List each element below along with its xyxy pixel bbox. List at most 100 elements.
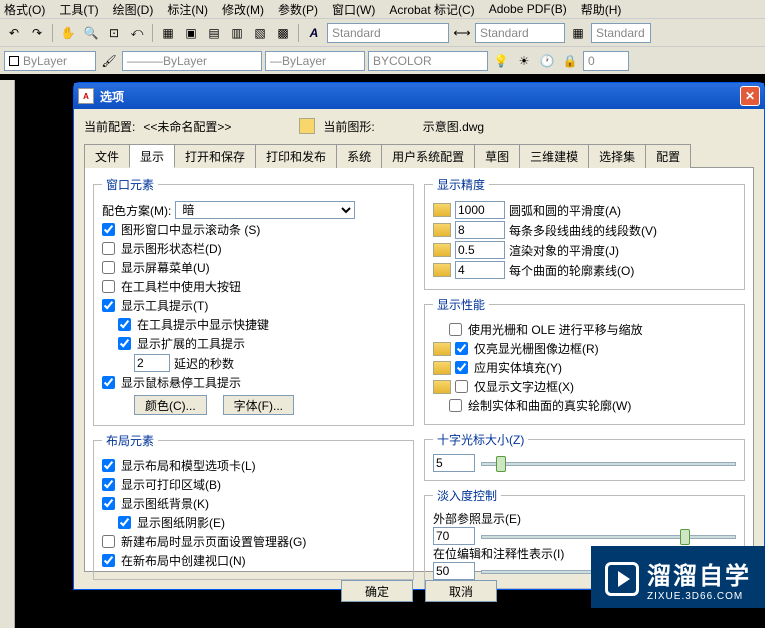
inplace-fade-input[interactable] — [433, 562, 475, 580]
table-style-dd[interactable]: Standard — [591, 23, 651, 43]
cb-highlight-frame[interactable] — [455, 342, 468, 355]
redo-icon[interactable]: ↷ — [27, 23, 47, 43]
zoom-icon[interactable]: 🔍 — [81, 23, 101, 43]
plotstyle-dd[interactable]: BYCOLOR — [368, 51, 488, 71]
zoom-prev-icon[interactable]: ⤺ — [127, 23, 147, 43]
cb-text-frame[interactable] — [455, 380, 468, 393]
ok-button[interactable]: 确定 — [341, 580, 413, 602]
display-resolution-group: 显示精度 圆弧和圆的平滑度(A) 每条多段线曲线的线段数(V) 渲染对象的平滑度… — [424, 176, 745, 290]
lock-icon[interactable]: 🔒 — [560, 51, 580, 71]
lbl-createvp: 在新布局中创建视口(N) — [121, 552, 246, 569]
lineweight-dd[interactable]: — ByLayer — [265, 51, 365, 71]
profile-label: 当前配置: — [84, 118, 135, 135]
calc-icon[interactable]: ▩ — [273, 23, 293, 43]
profile-name: <<未命名配置>> — [143, 118, 231, 135]
cb-scrollbars[interactable] — [102, 223, 115, 236]
cb-papershadow[interactable] — [118, 516, 131, 529]
sun-icon[interactable]: ☀ — [514, 51, 534, 71]
drawing-label: 当前图形: — [323, 118, 374, 135]
lbl-scrollbars: 图形窗口中显示滚动条 (S) — [121, 221, 260, 238]
menu-draw[interactable]: 绘图(D) — [113, 1, 154, 18]
tab-userpref[interactable]: 用户系统配置 — [381, 144, 475, 168]
tab-3d[interactable]: 三维建模 — [519, 144, 589, 168]
tab-opensave[interactable]: 打开和保存 — [174, 144, 256, 168]
dim-icon[interactable]: ⟷ — [452, 23, 472, 43]
block2-icon[interactable]: ▣ — [181, 23, 201, 43]
tab-profiles[interactable]: 配置 — [645, 144, 691, 168]
cb-solid-fill[interactable] — [455, 361, 468, 374]
markup-icon[interactable]: ▧ — [250, 23, 270, 43]
arc-smooth-input[interactable] — [455, 201, 505, 219]
cb-tt-shortcut[interactable] — [118, 318, 131, 331]
delay-input[interactable] — [134, 354, 170, 372]
match-icon[interactable]: 🖌 — [99, 51, 119, 71]
cb-tt-ext[interactable] — [118, 337, 131, 350]
menu-dim[interactable]: 标注(N) — [167, 1, 208, 18]
cb-layouttabs[interactable] — [102, 459, 115, 472]
menu-help[interactable]: 帮助(H) — [581, 1, 622, 18]
contour-lines-input[interactable] — [455, 261, 505, 279]
tab-plot[interactable]: 打印和发布 — [255, 144, 337, 168]
tab-files[interactable]: 文件 — [84, 144, 130, 168]
layout-elements-group: 布局元素 显示布局和模型选项卡(L) 显示可打印区域(B) 显示图纸背景(K) … — [93, 432, 414, 580]
tab-system[interactable]: 系统 — [336, 144, 382, 168]
cb-rollover[interactable] — [102, 376, 115, 389]
cb-printable[interactable] — [102, 478, 115, 491]
display-resolution-legend: 显示精度 — [433, 176, 489, 193]
linetype-dd[interactable]: ——— ByLayer — [122, 51, 262, 71]
window-elements-legend: 窗口元素 — [102, 176, 158, 193]
colors-button[interactable]: 颜色(C)... — [134, 395, 207, 415]
cb-true-silhouette[interactable] — [449, 399, 462, 412]
clock-icon[interactable]: 🕐 — [537, 51, 557, 71]
lbl-largebuttons: 在工具栏中使用大按钮 — [121, 278, 241, 295]
cb-paperbg[interactable] — [102, 497, 115, 510]
block-icon[interactable]: ▦ — [158, 23, 178, 43]
bulb-icon[interactable]: 💡 — [491, 51, 511, 71]
xref-fade-slider[interactable] — [481, 527, 736, 545]
menu-window[interactable]: 窗口(W) — [332, 1, 375, 18]
menu-bar: 格式(O) 工具(T) 绘图(D) 标注(N) 修改(M) 参数(P) 窗口(W… — [0, 0, 765, 18]
crosshair-legend: 十字光标大小(Z) — [433, 431, 528, 448]
text-a-icon[interactable]: A — [304, 23, 324, 43]
menu-param[interactable]: 参数(P) — [278, 1, 318, 18]
menu-acrobat[interactable]: Acrobat 标记(C) — [389, 1, 474, 18]
xref-fade-input[interactable] — [433, 527, 475, 545]
undo-icon[interactable]: ↶ — [4, 23, 24, 43]
layer-color-dd[interactable]: ByLayer — [4, 51, 96, 71]
dim-style-dd[interactable]: Standard — [475, 23, 565, 43]
profile-row: 当前配置: <<未命名配置>> 当前图形: 示意图.dwg — [84, 115, 754, 137]
fonts-button[interactable]: 字体(F)... — [223, 395, 294, 415]
cb-largebuttons[interactable] — [102, 280, 115, 293]
render-smooth-input[interactable] — [455, 241, 505, 259]
sheet-icon[interactable]: ▥ — [227, 23, 247, 43]
menu-modify[interactable]: 修改(M) — [222, 1, 264, 18]
crosshair-input[interactable] — [433, 454, 475, 472]
cancel-button[interactable]: 取消 — [425, 580, 497, 602]
cb-panzoom-raster[interactable] — [449, 323, 462, 336]
cb-pagesetup[interactable] — [102, 535, 115, 548]
tab-selection[interactable]: 选择集 — [588, 144, 646, 168]
watermark-url: ZIXUE.3D66.COM — [647, 591, 751, 602]
color-scheme-select[interactable]: 暗 — [175, 201, 355, 219]
text-style-dd[interactable]: Standard — [327, 23, 449, 43]
menu-pdf[interactable]: Adobe PDF(B) — [489, 2, 567, 16]
table-icon[interactable]: ▦ — [568, 23, 588, 43]
close-icon[interactable]: ✕ — [740, 86, 760, 106]
palette-icon[interactable]: ▤ — [204, 23, 224, 43]
polyline-seg-input[interactable] — [455, 221, 505, 239]
arc-smooth-label: 圆弧和圆的平滑度(A) — [509, 202, 621, 219]
lbl-tooltips: 显示工具提示(T) — [121, 297, 208, 314]
lbl-tt-ext: 显示扩展的工具提示 — [137, 335, 245, 352]
tab-drafting[interactable]: 草图 — [474, 144, 520, 168]
pan-icon[interactable]: ✋ — [58, 23, 78, 43]
cb-createvp[interactable] — [102, 554, 115, 567]
cb-screenmenu[interactable] — [102, 261, 115, 274]
menu-tools[interactable]: 工具(T) — [59, 1, 98, 18]
menu-format[interactable]: 格式(O) — [4, 1, 45, 18]
cb-statusbar[interactable] — [102, 242, 115, 255]
cb-tooltips[interactable] — [102, 299, 115, 312]
crosshair-slider[interactable] — [481, 454, 736, 472]
zoom-window-icon[interactable]: ⊡ — [104, 23, 124, 43]
layer-dd[interactable]: 0 — [583, 51, 629, 71]
tab-display[interactable]: 显示 — [129, 144, 175, 168]
